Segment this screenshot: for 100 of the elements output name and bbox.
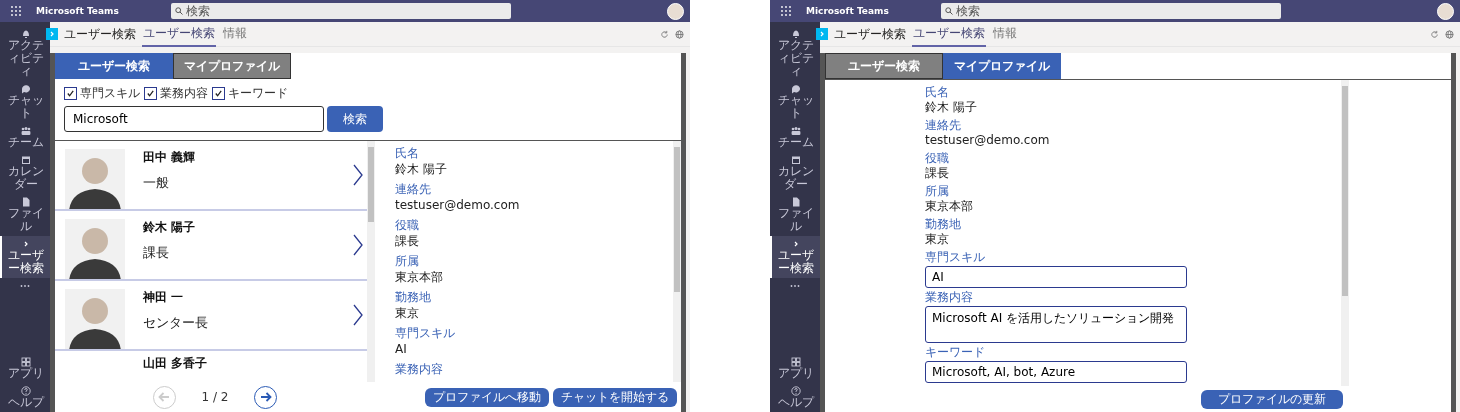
field-label: 連絡先 <box>395 183 432 196</box>
person-title: 課長 <box>143 244 170 262</box>
person-name: 神田 一 <box>143 289 185 306</box>
person-title: 一般 <box>143 174 170 192</box>
field-value: 東京本部 <box>395 271 444 284</box>
search-field[interactable]: 検索 <box>171 3 511 19</box>
chat-icon <box>791 84 801 94</box>
field-label: 所属 <box>925 185 950 198</box>
scrollbar[interactable] <box>1341 80 1349 386</box>
chevron-icon[interactable] <box>353 234 363 256</box>
grid-icon <box>21 357 31 367</box>
search-input[interactable]: Microsoft <box>64 106 324 132</box>
result-item[interactable]: 田中 義輝 一般 <box>55 141 367 211</box>
rail-item[interactable]: ファイル <box>770 194 820 236</box>
rail-item[interactable]: ユーザー検索 <box>0 236 50 278</box>
rail-item[interactable]: チーム <box>770 123 820 152</box>
photo-placeholder <box>65 289 125 349</box>
field-label: 氏名 <box>395 147 420 160</box>
input-field[interactable]: Microsoft, AI, bot, Azure <box>925 361 1187 383</box>
person-title: センター長 <box>143 314 209 332</box>
rail-item[interactable]: チャット <box>770 81 820 123</box>
header-tab[interactable]: ユーザー検索 <box>142 21 216 47</box>
rail-item[interactable]: アプリ <box>0 354 50 383</box>
result-item[interactable]: 山田 多香子 <box>55 351 367 375</box>
action-button[interactable]: プロファイルへ移動 <box>425 387 549 407</box>
checkbox-label: 専門スキル <box>80 85 140 102</box>
field-value: testuser@demo.com <box>925 134 1051 147</box>
field-value: testuser@demo.com <box>395 199 521 212</box>
field-label: 専門スキル <box>395 327 456 340</box>
app-title: Microsoft Teams <box>806 6 890 16</box>
photo-placeholder <box>65 219 125 279</box>
app-icon <box>46 28 58 40</box>
field-value: AI <box>395 343 408 356</box>
field-value: 鈴木 陽子 <box>925 101 978 114</box>
result-item[interactable]: 鈴木 陽子 課長 <box>55 211 367 281</box>
rail-item[interactable]: ファイル <box>0 194 50 236</box>
help-icon <box>791 386 801 396</box>
checkbox-label: キーワード <box>228 85 288 102</box>
text-area[interactable]: Microsoft AI を活用したソリューション開発 <box>925 305 1187 344</box>
rail-item[interactable]: アクティビティ <box>0 26 50 81</box>
rail-item[interactable]: チャット <box>0 81 50 123</box>
globe-icon[interactable] <box>675 29 684 39</box>
content-tab[interactable]: マイプロファイル <box>173 53 291 79</box>
scrollbar[interactable] <box>367 141 375 382</box>
left-arrow-icon <box>158 392 170 402</box>
rail-item[interactable]: アプリ <box>770 354 820 383</box>
rail-item[interactable]: ヘルプ <box>0 383 50 412</box>
update-profile-button[interactable]: プロファイルの更新 <box>1201 389 1343 409</box>
rail-item[interactable]: チーム <box>0 123 50 152</box>
field-label: 勤務地 <box>395 291 432 304</box>
content-tab[interactable]: マイプロファイル <box>943 53 1061 79</box>
result-item[interactable]: 神田 一 センター長 <box>55 281 367 351</box>
field-label: 業務内容 <box>925 290 974 304</box>
checkbox[interactable] <box>144 87 157 100</box>
rail-item[interactable]: ヘルプ <box>770 383 820 412</box>
globe-icon[interactable] <box>1445 29 1454 39</box>
next-page-button[interactable] <box>254 385 278 409</box>
action-button[interactable]: チャットを開始する <box>553 387 677 407</box>
rail-item[interactable]: カレンダー <box>770 152 820 194</box>
content-tab[interactable]: ユーザー検索 <box>825 53 943 79</box>
field-value: 東京 <box>925 233 950 246</box>
content-tab[interactable]: ユーザー検索 <box>55 53 173 79</box>
rail-item[interactable]: アクティビティ <box>770 26 820 81</box>
header-tab[interactable]: 情報 <box>222 21 248 47</box>
header-tab[interactable]: 情報 <box>992 21 1018 47</box>
app-launcher-icon[interactable] <box>781 6 791 16</box>
field-value: 鈴木 陽子 <box>395 163 448 176</box>
search-icon <box>175 7 183 15</box>
right-arrow-icon <box>259 392 272 402</box>
calendar-icon <box>791 155 801 165</box>
app-title: Microsoft Teams <box>36 6 120 16</box>
field-label: 所属 <box>395 255 420 268</box>
app-launcher-icon[interactable] <box>11 6 21 16</box>
checkmark-icon <box>214 89 223 98</box>
checkmark-icon <box>146 89 155 98</box>
chevron-icon[interactable] <box>353 304 363 326</box>
input-field[interactable]: AI <box>925 266 1187 288</box>
avatar[interactable] <box>667 2 684 20</box>
checkbox[interactable] <box>64 87 77 100</box>
field-value: 課長 <box>925 167 950 180</box>
search-button[interactable]: 検索 <box>327 106 383 132</box>
more-icon[interactable] <box>20 284 30 288</box>
field-label: キーワード <box>925 346 986 360</box>
field-label: 勤務地 <box>925 218 962 231</box>
app-name: ユーザー検索 <box>64 25 136 43</box>
chevron-icon[interactable] <box>353 164 363 186</box>
people-icon <box>21 126 31 136</box>
header-tab[interactable]: ユーザー検索 <box>912 21 986 47</box>
more-icon[interactable] <box>790 284 800 288</box>
scrollbar[interactable] <box>673 141 681 382</box>
person-name: 田中 義輝 <box>143 149 197 166</box>
avatar[interactable] <box>1437 2 1454 20</box>
person-name: 山田 多香子 <box>143 355 209 372</box>
rail-item[interactable]: カレンダー <box>0 152 50 194</box>
checkbox[interactable] <box>212 87 225 100</box>
search-field[interactable]: 検索 <box>941 3 1281 19</box>
field-value: 課長 <box>395 235 420 248</box>
grid-icon <box>791 357 801 367</box>
file-icon <box>791 197 801 207</box>
rail-item[interactable]: ユーザー検索 <box>770 236 820 278</box>
